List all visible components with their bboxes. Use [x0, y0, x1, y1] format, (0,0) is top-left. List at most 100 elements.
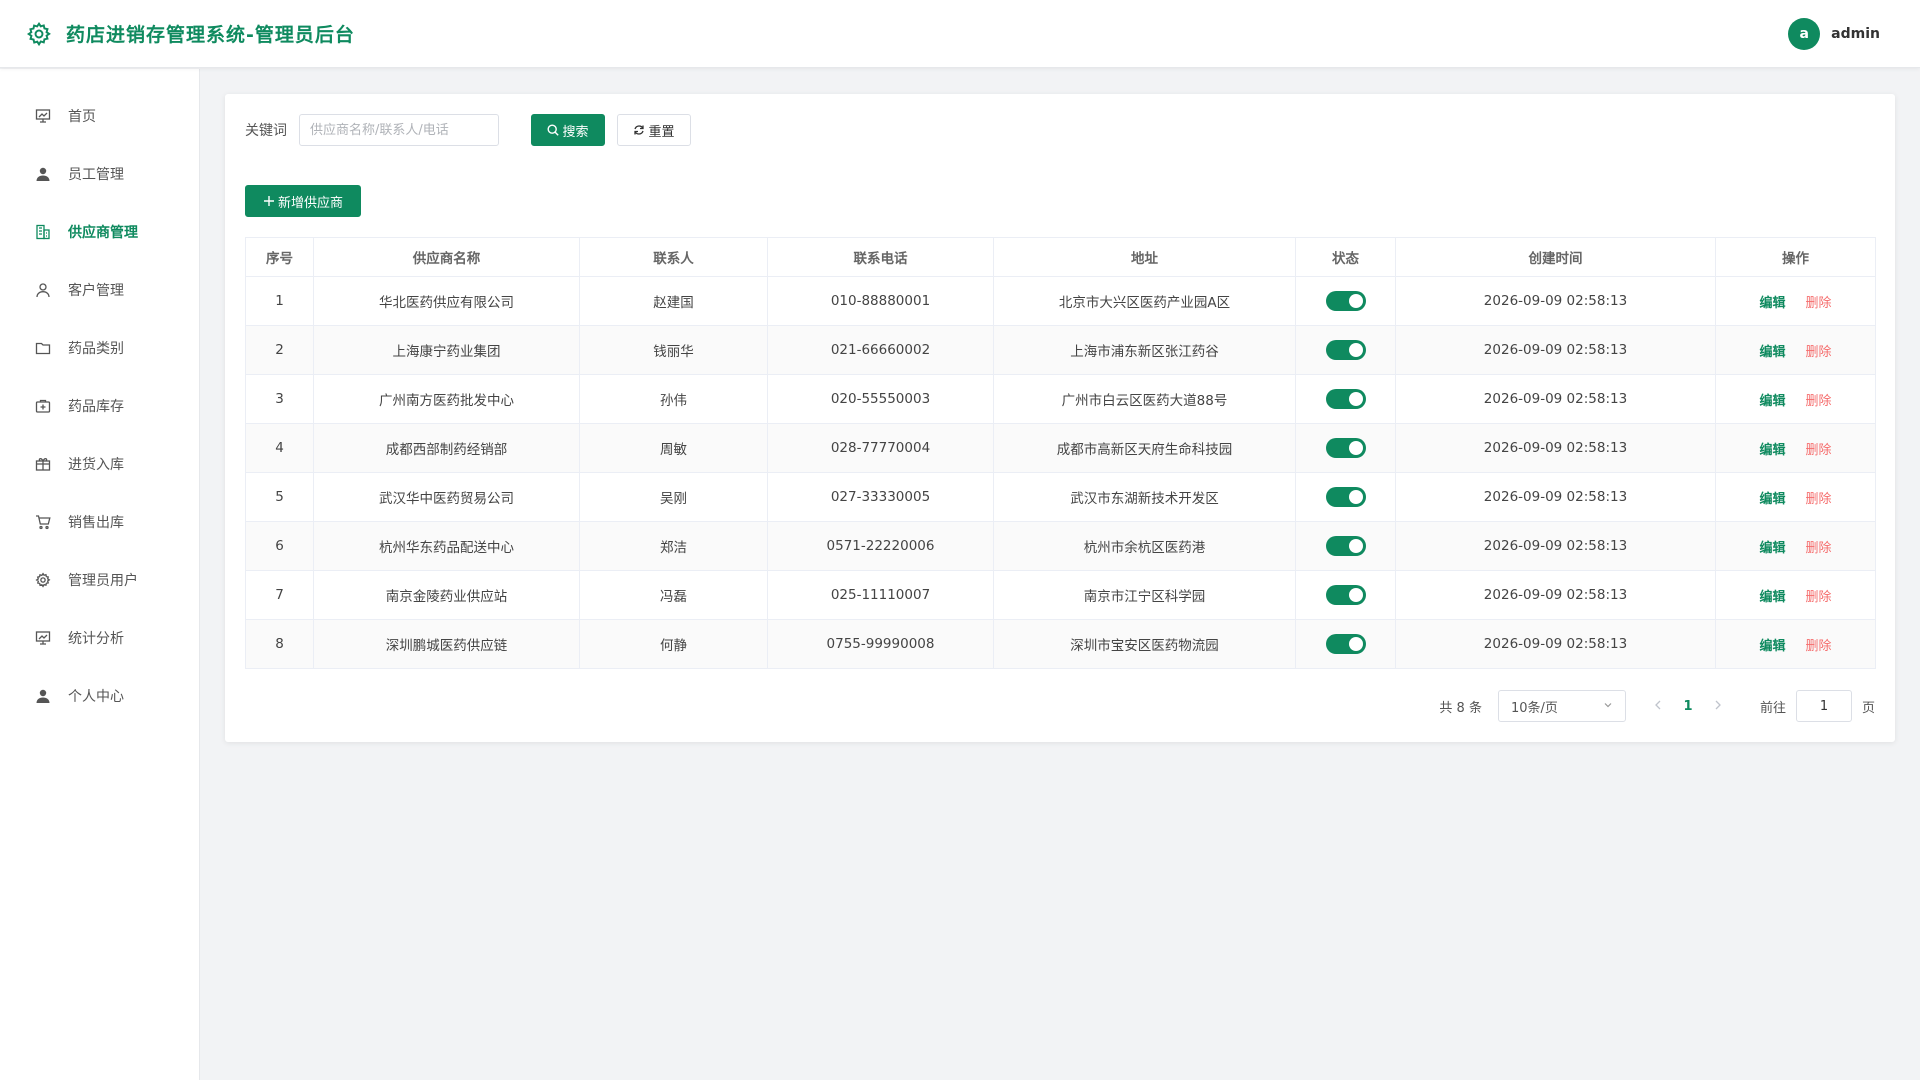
- sidebar-item-home[interactable]: 首页: [0, 87, 199, 145]
- cell-address: 北京市大兴区医药产业园A区: [993, 276, 1296, 326]
- edit-button[interactable]: 编辑: [1759, 639, 1785, 654]
- delete-button[interactable]: 删除: [1806, 345, 1832, 360]
- user-menu[interactable]: a admin: [1788, 18, 1880, 50]
- cell-phone: 025-11110007: [767, 570, 994, 620]
- cell-status: [1295, 472, 1396, 522]
- status-toggle[interactable]: [1325, 634, 1366, 654]
- next-page-button[interactable]: [1706, 698, 1730, 714]
- sidebar-item-suppliers[interactable]: 供应商管理: [0, 203, 199, 261]
- chevron-left-icon: [1655, 700, 1661, 710]
- edit-button[interactable]: 编辑: [1759, 492, 1785, 507]
- sidebar-item-admin-users[interactable]: 管理员用户: [0, 551, 199, 609]
- medicine-box-icon: [34, 397, 52, 415]
- delete-button[interactable]: 删除: [1806, 394, 1832, 409]
- cell-name: 杭州华东药品配送中心: [313, 521, 580, 571]
- status-toggle[interactable]: [1325, 487, 1366, 507]
- delete-button[interactable]: 删除: [1806, 590, 1832, 605]
- table-row: 5 武汉华中医药贸易公司 吴刚 027-33330005 武汉市东湖新技术开发区 2026…: [245, 472, 1876, 522]
- cell-address: 深圳市宝安区医药物流园: [993, 619, 1296, 669]
- status-toggle[interactable]: [1325, 536, 1366, 556]
- delete-button[interactable]: 删除: [1806, 639, 1832, 654]
- cell-no: 8: [245, 619, 314, 669]
- cell-created: 2026-09-09 02:58:13: [1395, 423, 1716, 473]
- chart-icon: [34, 629, 52, 647]
- sidebar-item-categories[interactable]: 药品类别: [0, 319, 199, 377]
- edit-button[interactable]: 编辑: [1759, 394, 1785, 409]
- edit-button[interactable]: 编辑: [1759, 541, 1785, 556]
- page-size-select[interactable]: 10条/页: [1497, 690, 1626, 722]
- goto-page-input[interactable]: [1795, 690, 1852, 722]
- sidebar-item-statistics[interactable]: 统计分析: [0, 609, 199, 667]
- table-row: 3 广州南方医药批发中心 孙伟 020-55550003 广州市白云区医药大道88号 20…: [245, 374, 1876, 424]
- edit-button[interactable]: 编辑: [1759, 590, 1785, 605]
- page-number-current[interactable]: 1: [1670, 699, 1706, 714]
- keyword-input[interactable]: [299, 114, 499, 146]
- cell-no: 4: [245, 423, 314, 473]
- avatar[interactable]: a: [1788, 18, 1821, 50]
- cell-actions: 编辑 删除: [1715, 374, 1876, 424]
- column-header: 地址: [993, 237, 1296, 277]
- cell-address: 成都市高新区天府生命科技园: [993, 423, 1296, 473]
- sidebar-item-purchase-in[interactable]: 进货入库: [0, 435, 199, 493]
- cell-address: 广州市白云区医药大道88号: [993, 374, 1296, 424]
- sidebar-item-profile[interactable]: 个人中心: [0, 667, 199, 725]
- user-icon: [34, 165, 52, 183]
- cell-no: 2: [245, 325, 314, 375]
- search-bar: 关键词 搜索 重置: [245, 114, 691, 146]
- column-header: 联系人: [579, 237, 768, 277]
- sidebar-item-label: 员工管理: [68, 167, 124, 183]
- cell-actions: 编辑 删除: [1715, 472, 1876, 522]
- cell-address: 南京市江宁区科学园: [993, 570, 1296, 620]
- cell-phone: 028-77770004: [767, 423, 994, 473]
- table-row: 4 成都西部制药经销部 周敏 028-77770004 成都市高新区天府生命科技园 202…: [245, 423, 1876, 473]
- cell-name: 上海康宁药业集团: [313, 325, 580, 375]
- sidebar-item-inventory[interactable]: 药品库存: [0, 377, 199, 435]
- column-header: 供应商名称: [313, 237, 580, 277]
- status-toggle[interactable]: [1325, 291, 1366, 311]
- building-icon: [34, 223, 52, 241]
- status-toggle[interactable]: [1325, 438, 1366, 458]
- table-row: 7 南京金陵药业供应站 冯磊 025-11110007 南京市江宁区科学园 2026-09…: [245, 570, 1876, 620]
- sidebar-item-label: 统计分析: [68, 631, 124, 647]
- top-header: 药店进销存管理系统-管理员后台 a admin: [0, 0, 1920, 68]
- prev-page-button[interactable]: [1646, 698, 1670, 714]
- supplier-card: 关键词 搜索 重置 新增供应商 序号: [225, 94, 1895, 742]
- chevron-right-icon: [1715, 700, 1721, 710]
- reset-button[interactable]: 重置: [617, 114, 691, 146]
- sidebar-item-label: 进货入库: [68, 457, 124, 473]
- gear-icon: [34, 571, 52, 589]
- add-supplier-label: 新增供应商: [277, 195, 343, 211]
- sidebar-item-label: 供应商管理: [68, 225, 138, 241]
- status-toggle[interactable]: [1325, 340, 1366, 360]
- sidebar-item-sales-out[interactable]: 销售出库: [0, 493, 199, 551]
- sidebar-item-label: 管理员用户: [68, 573, 138, 589]
- delete-button[interactable]: 删除: [1806, 541, 1832, 556]
- sidebar-item-employees[interactable]: 员工管理: [0, 145, 199, 203]
- table-row: 8 深圳鹏城医药供应链 何静 0755-99990008 深圳市宝安区医药物流园 2026…: [245, 619, 1876, 669]
- cell-status: [1295, 619, 1396, 669]
- status-toggle[interactable]: [1325, 585, 1366, 605]
- gift-box-icon: [34, 455, 52, 473]
- cell-contact: 吴刚: [579, 472, 768, 522]
- search-button[interactable]: 搜索: [531, 114, 605, 146]
- sidebar-item-label: 客户管理: [68, 283, 124, 299]
- edit-button[interactable]: 编辑: [1759, 296, 1785, 311]
- edit-button[interactable]: 编辑: [1759, 443, 1785, 458]
- delete-button[interactable]: 删除: [1806, 492, 1832, 507]
- refresh-icon: [633, 124, 645, 136]
- column-header: 操作: [1715, 237, 1876, 277]
- cell-created: 2026-09-09 02:58:13: [1395, 276, 1716, 326]
- username[interactable]: admin: [1831, 26, 1880, 42]
- cell-phone: 0755-99990008: [767, 619, 994, 669]
- table-row: 1 华北医药供应有限公司 赵建国 010-88880001 北京市大兴区医药产业园A区 2…: [245, 276, 1876, 326]
- delete-button[interactable]: 删除: [1806, 296, 1832, 311]
- add-supplier-button[interactable]: 新增供应商: [245, 185, 361, 217]
- status-toggle[interactable]: [1325, 389, 1366, 409]
- delete-button[interactable]: 删除: [1806, 443, 1832, 458]
- cell-created: 2026-09-09 02:58:13: [1395, 570, 1716, 620]
- sidebar-item-customers[interactable]: 客户管理: [0, 261, 199, 319]
- edit-button[interactable]: 编辑: [1759, 345, 1785, 360]
- pagination: 共 8 条 10条/页 1 前往 页: [1439, 690, 1875, 722]
- total-count: 共 8 条: [1439, 700, 1482, 716]
- cell-no: 7: [245, 570, 314, 620]
